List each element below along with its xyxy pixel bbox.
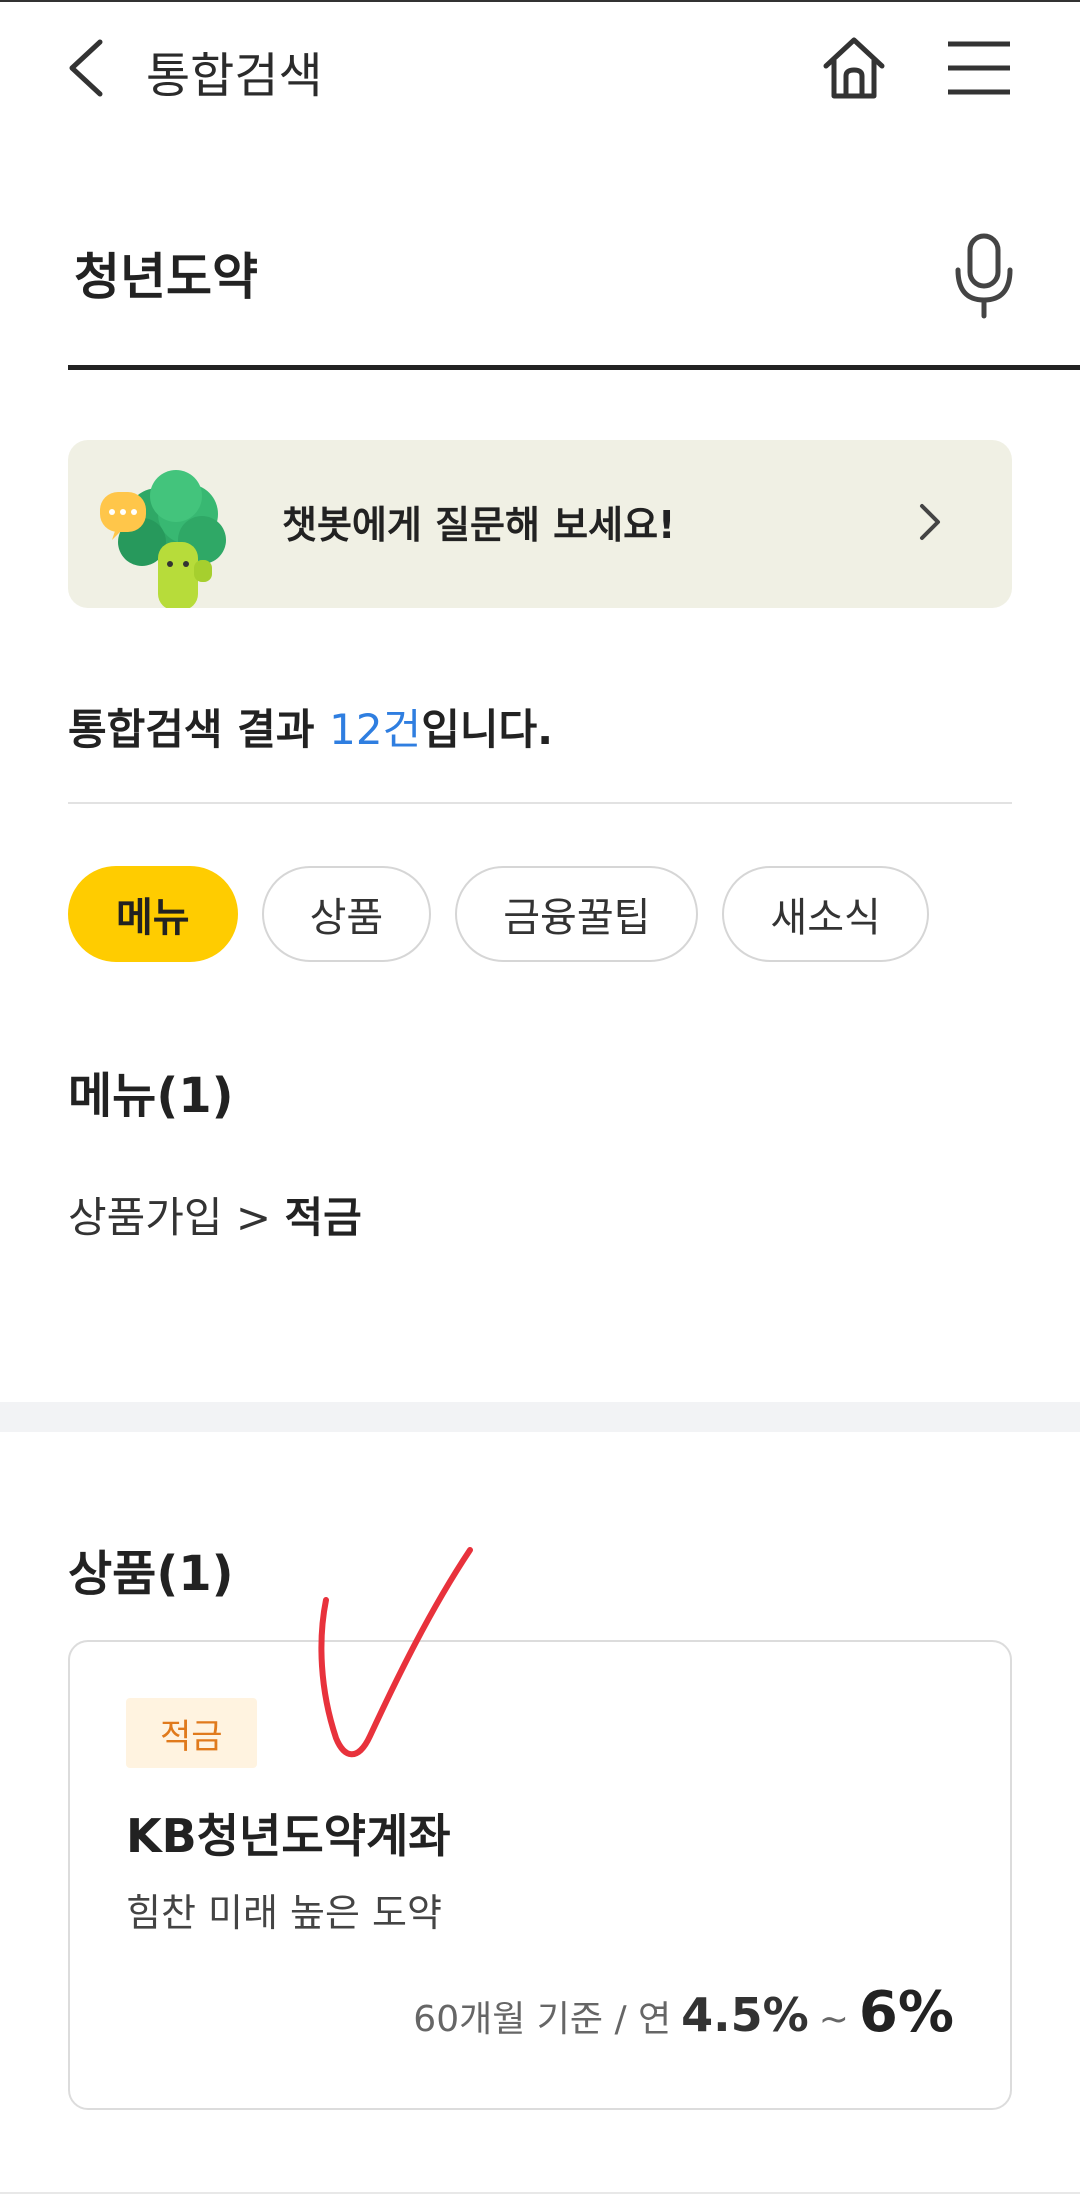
product-card[interactable]: 적금 KB청년도약계좌 힘찬 미래 높은 도약 60개월 기준 / 연 4.5%… <box>68 1640 1012 2110</box>
chatbot-mascot-icon <box>100 470 226 608</box>
bottom-edge-line <box>0 2192 1080 2194</box>
category-tabs: 메뉴 상품 금융꿀팁 새소식 <box>68 866 929 962</box>
menu-result-link[interactable]: 상품가입 > 적금 <box>68 1184 362 1245</box>
tab-finance-tips[interactable]: 금융꿀팁 <box>455 866 699 962</box>
divider <box>68 802 1012 804</box>
product-description: 힘찬 미래 높은 도약 <box>126 1891 442 1935</box>
microphone-icon[interactable] <box>948 230 1020 320</box>
tab-menu[interactable]: 메뉴 <box>68 866 238 962</box>
rate-max: 6% <box>858 1980 954 2045</box>
rate-tilde: ~ <box>818 1999 849 2040</box>
search-input[interactable] <box>74 238 874 308</box>
page-title: 통합검색 <box>146 48 323 104</box>
home-icon[interactable] <box>818 32 890 104</box>
rate-min: 4.5% <box>681 1988 809 2042</box>
header: 통합검색 <box>0 0 1080 140</box>
result-count-number: 12건 <box>329 705 422 754</box>
menu-path-leaf: 적금 <box>284 1193 362 1242</box>
product-name: KB청년도약계좌 <box>126 1809 451 1863</box>
menu-section-title: 메뉴(1) <box>68 1068 234 1124</box>
menu-path-parent: 상품가입 > <box>68 1193 285 1242</box>
result-prefix: 통합검색 결과 <box>68 705 330 754</box>
category-badge: 적금 <box>126 1698 257 1768</box>
tab-products[interactable]: 상품 <box>261 866 432 962</box>
search-bar <box>68 200 1080 370</box>
chatbot-banner[interactable]: 챗봇에게 질문해 보세요! <box>68 440 1012 608</box>
product-section-title: 상품(1) <box>68 1546 234 1602</box>
rate-basis: 60개월 기준 / 연 <box>413 1999 672 2040</box>
back-icon[interactable] <box>64 38 108 98</box>
section-separator <box>0 1402 1080 1432</box>
tab-news[interactable]: 새소식 <box>722 866 929 962</box>
chevron-right-icon <box>920 504 940 540</box>
result-count-text: 통합검색 결과 12건입니다. <box>68 696 553 757</box>
chatbot-label: 챗봇에게 질문해 보세요! <box>282 503 676 547</box>
result-suffix: 입니다. <box>421 705 554 754</box>
hamburger-menu-icon[interactable] <box>946 40 1012 96</box>
interest-rate: 60개월 기준 / 연 4.5% ~ 6% <box>413 1980 954 2045</box>
